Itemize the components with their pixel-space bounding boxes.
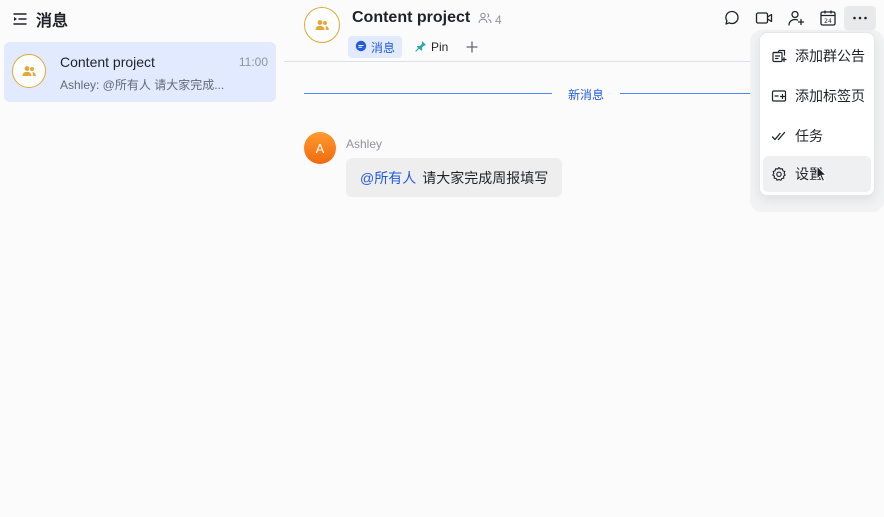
sidebar: 消息 Content project 11:00 Ashley: @所有人 请大… [0, 0, 284, 517]
menu-item-add-tab[interactable]: 添加标签页 [763, 78, 871, 114]
video-call-icon [755, 12, 773, 24]
menu-item-tasks[interactable]: 任务 [763, 118, 871, 154]
chat-preview: Ashley: @所有人 请大家完成... [60, 78, 225, 92]
search-chat-button[interactable] [716, 6, 748, 30]
tab-messages-label: 消息 [371, 40, 396, 55]
announcement-icon [772, 49, 787, 63]
group-avatar-icon [12, 54, 46, 88]
more-icon [853, 16, 867, 20]
add-member-button[interactable] [780, 6, 812, 30]
new-messages-label: 新消息 [567, 88, 604, 102]
chat-name: Content project [60, 54, 155, 70]
search-chat-icon [725, 10, 739, 25]
chat-list-item[interactable]: Content project 11:00 Ashley: @所有人 请大家完成… [4, 42, 276, 102]
message-text: 请大家完成周报填写 [422, 169, 549, 186]
tab-messages[interactable]: 消息 [348, 36, 403, 58]
member-count-value: 4 [495, 12, 502, 27]
tab-pin-label: Pin [431, 40, 449, 54]
menu-label-tasks: 任务 [795, 128, 823, 144]
message-bubble[interactable]: @所有人 请大家完成周报填写 [346, 158, 563, 197]
add-tab-icon [771, 90, 787, 102]
avatar-letter: A [315, 140, 325, 156]
more-button[interactable] [844, 6, 876, 30]
chat-header-avatar-icon[interactable] [304, 7, 340, 43]
chat-tabs: 消息 Pin [348, 36, 483, 58]
message-avatar[interactable]: A [304, 132, 336, 164]
chat-toolbar: 24 [716, 6, 876, 30]
message-sender[interactable]: Ashley [346, 137, 382, 151]
sidebar-title: 消息 [36, 13, 69, 30]
video-call-button[interactable] [748, 6, 780, 30]
member-count[interactable]: 4 [478, 11, 502, 28]
tab-pin[interactable]: Pin [408, 36, 455, 58]
pin-icon [415, 40, 427, 55]
settings-icon [772, 166, 786, 181]
sidebar-header: 消息 [12, 8, 68, 30]
calendar-button[interactable]: 24 [812, 6, 844, 30]
collapse-sidebar-icon[interactable] [12, 11, 28, 27]
menu-label-add-tab: 添加标签页 [795, 88, 865, 104]
plus-icon [466, 41, 479, 53]
chat-time: 11:00 [238, 55, 268, 69]
add-tab-button[interactable] [461, 36, 483, 58]
members-icon [478, 11, 492, 28]
message-mention[interactable]: @所有人 [360, 168, 416, 188]
menu-label-add-announcement: 添加群公告 [795, 48, 865, 64]
mouse-cursor-icon [816, 164, 828, 188]
chat-title[interactable]: Content project [352, 9, 470, 27]
calendar-icon: 24 [820, 10, 836, 26]
calendar-day: 24 [824, 18, 832, 25]
add-member-icon [788, 10, 805, 26]
menu-item-add-announcement[interactable]: 添加群公告 [763, 38, 871, 74]
task-icon [771, 131, 786, 141]
chat-bubble-icon [355, 40, 367, 55]
